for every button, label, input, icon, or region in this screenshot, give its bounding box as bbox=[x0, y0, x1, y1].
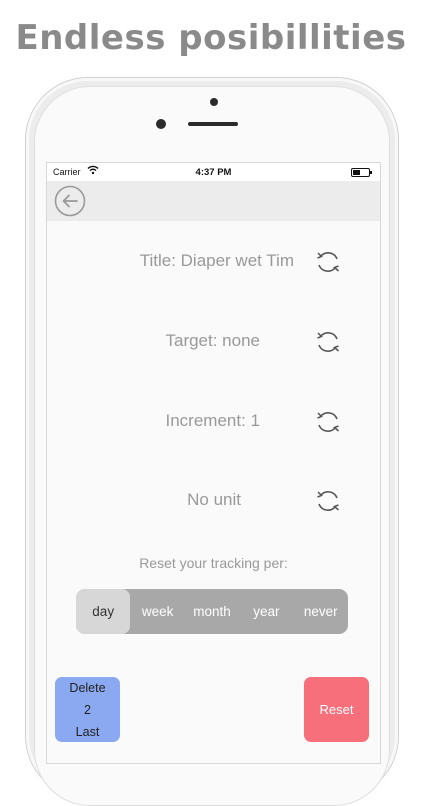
refresh-icon[interactable] bbox=[313, 407, 343, 437]
setting-row-target: Target: none bbox=[47, 321, 380, 361]
setting-label-target: Target: none bbox=[165, 331, 260, 350]
status-time: 4:37 PM bbox=[195, 167, 232, 178]
delete-button-count: 2 bbox=[84, 703, 91, 717]
setting-row-unit: No unit bbox=[47, 480, 380, 520]
back-arrow-icon[interactable] bbox=[54, 185, 86, 217]
status-bar: Carrier 4:37 PM bbox=[47, 163, 380, 181]
refresh-icon[interactable] bbox=[313, 486, 343, 516]
reset-period-selector: day week month year never bbox=[76, 589, 348, 634]
navigation-bar bbox=[47, 181, 380, 221]
segment-never[interactable]: never bbox=[294, 589, 348, 634]
promo-headline: Endless posibillities bbox=[15, 18, 407, 58]
reset-button[interactable]: Reset bbox=[304, 677, 369, 742]
app-screen: Carrier 4:37 PM Title: Diaper wet Tim Ta… bbox=[46, 162, 381, 764]
delete-button-line3: Last bbox=[75, 725, 100, 739]
setting-row-increment: Increment: 1 bbox=[47, 401, 380, 441]
refresh-icon[interactable] bbox=[313, 247, 343, 277]
setting-label-increment: Increment: 1 bbox=[165, 411, 261, 430]
segment-day[interactable]: day bbox=[76, 589, 131, 634]
segment-year[interactable]: year bbox=[239, 589, 293, 634]
delete-button-line1: Delete bbox=[69, 681, 106, 695]
battery-icon bbox=[351, 168, 372, 177]
delete-last-button[interactable]: Delete 2 Last bbox=[55, 677, 120, 742]
refresh-icon[interactable] bbox=[313, 327, 343, 357]
setting-label-unit: No unit bbox=[187, 490, 241, 509]
setting-row-title: Title: Diaper wet Tim bbox=[47, 241, 380, 281]
reset-period-caption: Reset your tracking per: bbox=[139, 555, 288, 571]
setting-label-title: Title: Diaper wet Tim bbox=[139, 251, 294, 270]
sensor-icon bbox=[156, 119, 166, 129]
segment-month[interactable]: month bbox=[185, 589, 239, 634]
camera-icon bbox=[210, 98, 218, 106]
segment-week[interactable]: week bbox=[130, 589, 184, 634]
speaker-grille bbox=[188, 122, 238, 126]
